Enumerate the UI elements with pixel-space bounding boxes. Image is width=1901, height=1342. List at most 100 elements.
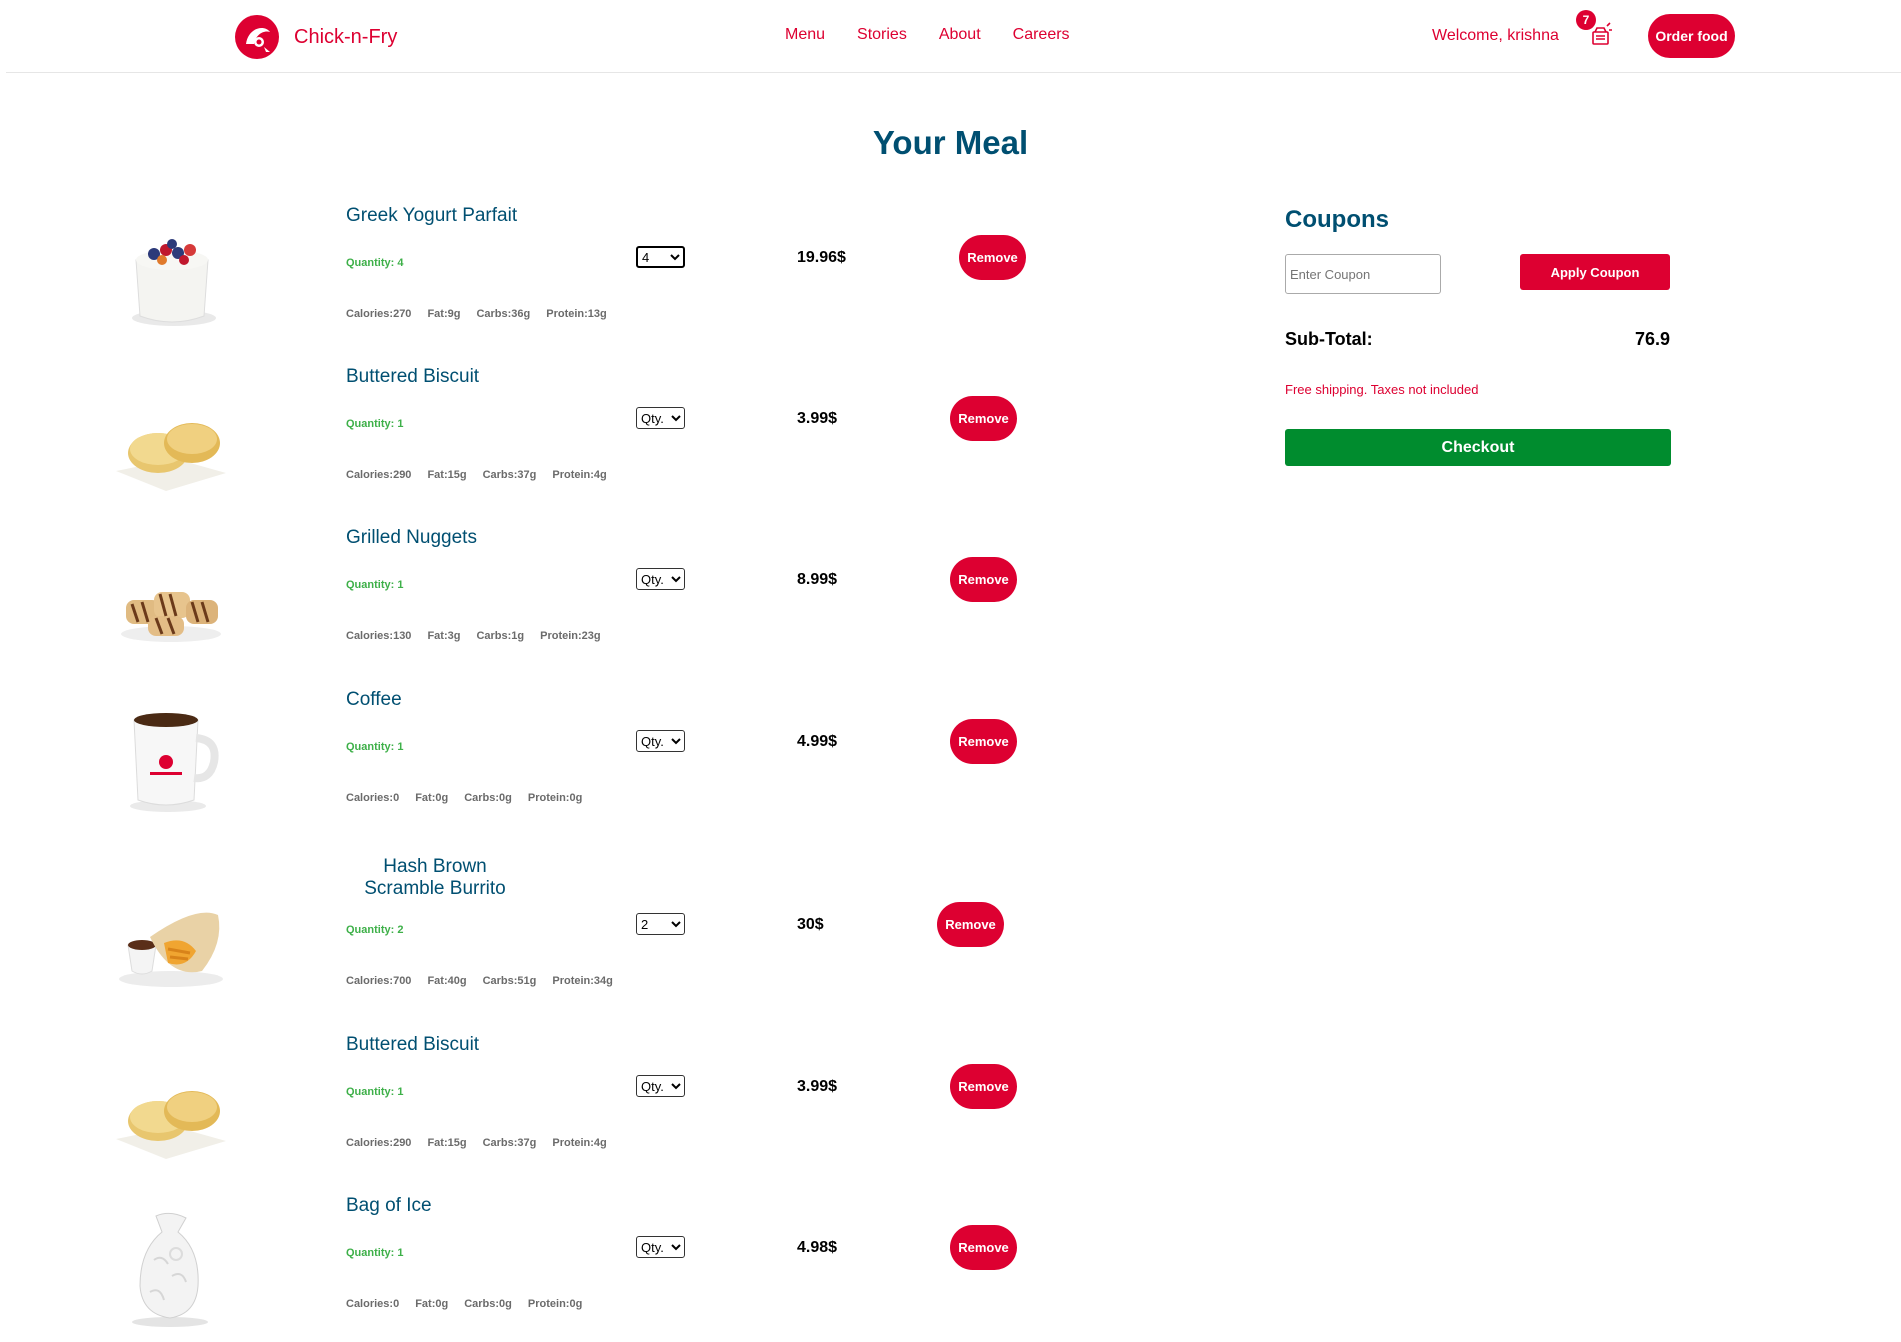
parfait-image — [132, 239, 216, 326]
item-price: 3.99$ — [797, 410, 838, 427]
carbs: Carbs:37g — [482, 469, 537, 481]
quantity-select[interactable]: Qty. — [636, 1236, 685, 1258]
protein: Protein:4g — [552, 469, 607, 481]
quantity-select[interactable]: Qty. — [636, 568, 685, 590]
subtotal-value: 76.9 — [1634, 329, 1670, 349]
shipping-note: Free shipping. Taxes not included — [1285, 382, 1479, 397]
fat: Fat:0g — [415, 792, 449, 804]
item-nutrition: Calories:130 Fat:3g Carbs:1g Protein:23g — [346, 630, 601, 642]
item-nutrition: Calories:0 Fat:0g Carbs:0g Protein:0g — [346, 792, 582, 804]
remove-button[interactable]: Remove — [937, 902, 1004, 947]
calories: Calories:0 — [346, 1298, 400, 1310]
item-quantity: Quantity: 2 — [346, 924, 404, 936]
ice-bag-image — [132, 1212, 208, 1327]
coffee-mug-image — [130, 713, 219, 812]
chicken-logo-icon — [235, 15, 279, 59]
quantity-select[interactable]: 2 — [636, 913, 685, 935]
item-nutrition: Calories:0 Fat:0g Carbs:0g Protein:0g — [346, 1298, 582, 1310]
cart-item: Grilled Nuggets Quantity: 1 Qty. 8.99$ R… — [0, 527, 1100, 687]
cart-item: Greek Yogurt Parfait Quantity: 4 4 19.96… — [0, 205, 1100, 365]
item-price: 4.99$ — [797, 733, 838, 750]
biscuit-image — [116, 423, 226, 491]
brand-name: Chick-n-Fry — [294, 25, 398, 48]
item-price: 30$ — [797, 916, 824, 933]
quantity-select[interactable]: Qty. — [636, 730, 685, 752]
item-quantity: Quantity: 1 — [346, 1247, 404, 1259]
item-quantity: Quantity: 1 — [346, 1086, 404, 1098]
remove-button[interactable]: Remove — [950, 396, 1017, 441]
item-quantity: Quantity: 4 — [346, 257, 404, 269]
item-nutrition: Calories:290 Fat:15g Carbs:37g Protein:4… — [346, 1137, 607, 1149]
item-nutrition: Calories:290 Fat:15g Carbs:37g Protein:4… — [346, 469, 607, 481]
fat: Fat:40g — [427, 975, 467, 987]
carbs: Carbs:0g — [464, 1298, 512, 1310]
remove-button[interactable]: Remove — [959, 235, 1026, 280]
nav-careers[interactable]: Careers — [1013, 26, 1070, 44]
item-name: Coffee — [346, 689, 402, 710]
quantity-select[interactable]: Qty. — [636, 1075, 685, 1097]
nav-about[interactable]: About — [939, 26, 981, 44]
nav-stories[interactable]: Stories — [857, 26, 907, 44]
fat: Fat:0g — [415, 1298, 449, 1310]
item-quantity: Quantity: 1 — [346, 579, 404, 591]
calories: Calories:290 — [346, 469, 412, 481]
welcome-text: Welcome, krishna — [1432, 27, 1559, 44]
quantity-select[interactable]: 4 — [636, 246, 685, 268]
cart-item: Buttered Biscuit Quantity: 1 Qty. 3.99$ … — [0, 366, 1100, 526]
protein: Protein:13g — [546, 308, 607, 320]
cart-button[interactable]: 7 — [1576, 10, 1616, 50]
fat: Fat:3g — [427, 630, 461, 642]
nav-menu[interactable]: Menu — [785, 26, 825, 44]
item-name-line2: Scramble Burrito — [364, 878, 506, 899]
item-nutrition: Calories:270 Fat:9g Carbs:36g Protein:13… — [346, 308, 607, 320]
item-price: 19.96$ — [797, 249, 846, 266]
item-price: 3.99$ — [797, 1078, 838, 1095]
carbs: Carbs:36g — [476, 308, 531, 320]
food-bag-icon — [1592, 22, 1612, 45]
item-quantity: Quantity: 1 — [346, 741, 404, 753]
item-name-line1: Hash Brown — [383, 856, 487, 877]
fat: Fat:15g — [427, 469, 467, 481]
item-name: Buttered Biscuit — [346, 1034, 480, 1055]
protein: Protein:34g — [552, 975, 613, 987]
cart-item: Coffee Quantity: 1 Qty. 4.99$ Remove Cal… — [0, 689, 1100, 849]
page-title: Your Meal — [872, 124, 1029, 161]
quantity-select[interactable]: Qty. — [636, 407, 685, 429]
remove-button[interactable]: Remove — [950, 1064, 1017, 1109]
item-name: Bag of Ice — [346, 1195, 432, 1216]
coupon-input[interactable] — [1285, 254, 1441, 294]
cart-item: Buttered Biscuit Quantity: 1 Qty. 3.99$ … — [0, 1034, 1100, 1194]
calories: Calories:700 — [346, 975, 412, 987]
checkout-button[interactable]: Checkout — [1285, 429, 1671, 466]
carbs: Carbs:51g — [482, 975, 537, 987]
main-nav: Menu Stories About Careers — [785, 26, 1070, 44]
item-name: Greek Yogurt Parfait — [346, 205, 518, 226]
remove-button[interactable]: Remove — [950, 719, 1017, 764]
carbs: Carbs:37g — [482, 1137, 537, 1149]
calories: Calories:130 — [346, 630, 412, 642]
protein: Protein:0g — [527, 792, 583, 804]
calories: Calories:290 — [346, 1137, 412, 1149]
item-price: 8.99$ — [797, 571, 838, 588]
item-name: Hash Brown Scramble Burrito — [346, 856, 524, 900]
protein: Protein:4g — [552, 1137, 607, 1149]
grilled-nuggets-image — [121, 592, 221, 642]
protein: Protein:23g — [540, 630, 601, 642]
item-name: Buttered Biscuit — [346, 366, 480, 387]
cart-item: Hash Brown Scramble Burrito Quantity: 2 … — [0, 856, 1100, 1032]
carbs: Carbs:1g — [476, 630, 525, 642]
brand[interactable]: Chick-n-Fry — [234, 14, 397, 60]
item-name: Grilled Nuggets — [346, 527, 477, 548]
remove-button[interactable]: Remove — [950, 557, 1017, 602]
item-nutrition: Calories:700 Fat:40g Carbs:51g Protein:3… — [346, 975, 613, 987]
item-quantity: Quantity: 1 — [346, 418, 404, 430]
cart-item: Bag of Ice Quantity: 1 Qty. 4.98$ Remove… — [0, 1195, 1100, 1342]
protein: Protein:0g — [527, 1298, 583, 1310]
fat: Fat:15g — [427, 1137, 467, 1149]
apply-coupon-button[interactable]: Apply Coupon — [1520, 254, 1670, 290]
calories: Calories:270 — [346, 308, 412, 320]
order-food-button[interactable]: Order food — [1648, 14, 1735, 58]
biscuit-image — [116, 1091, 226, 1159]
remove-button[interactable]: Remove — [950, 1225, 1017, 1270]
subtotal-label: Sub-Total: — [1285, 329, 1373, 349]
